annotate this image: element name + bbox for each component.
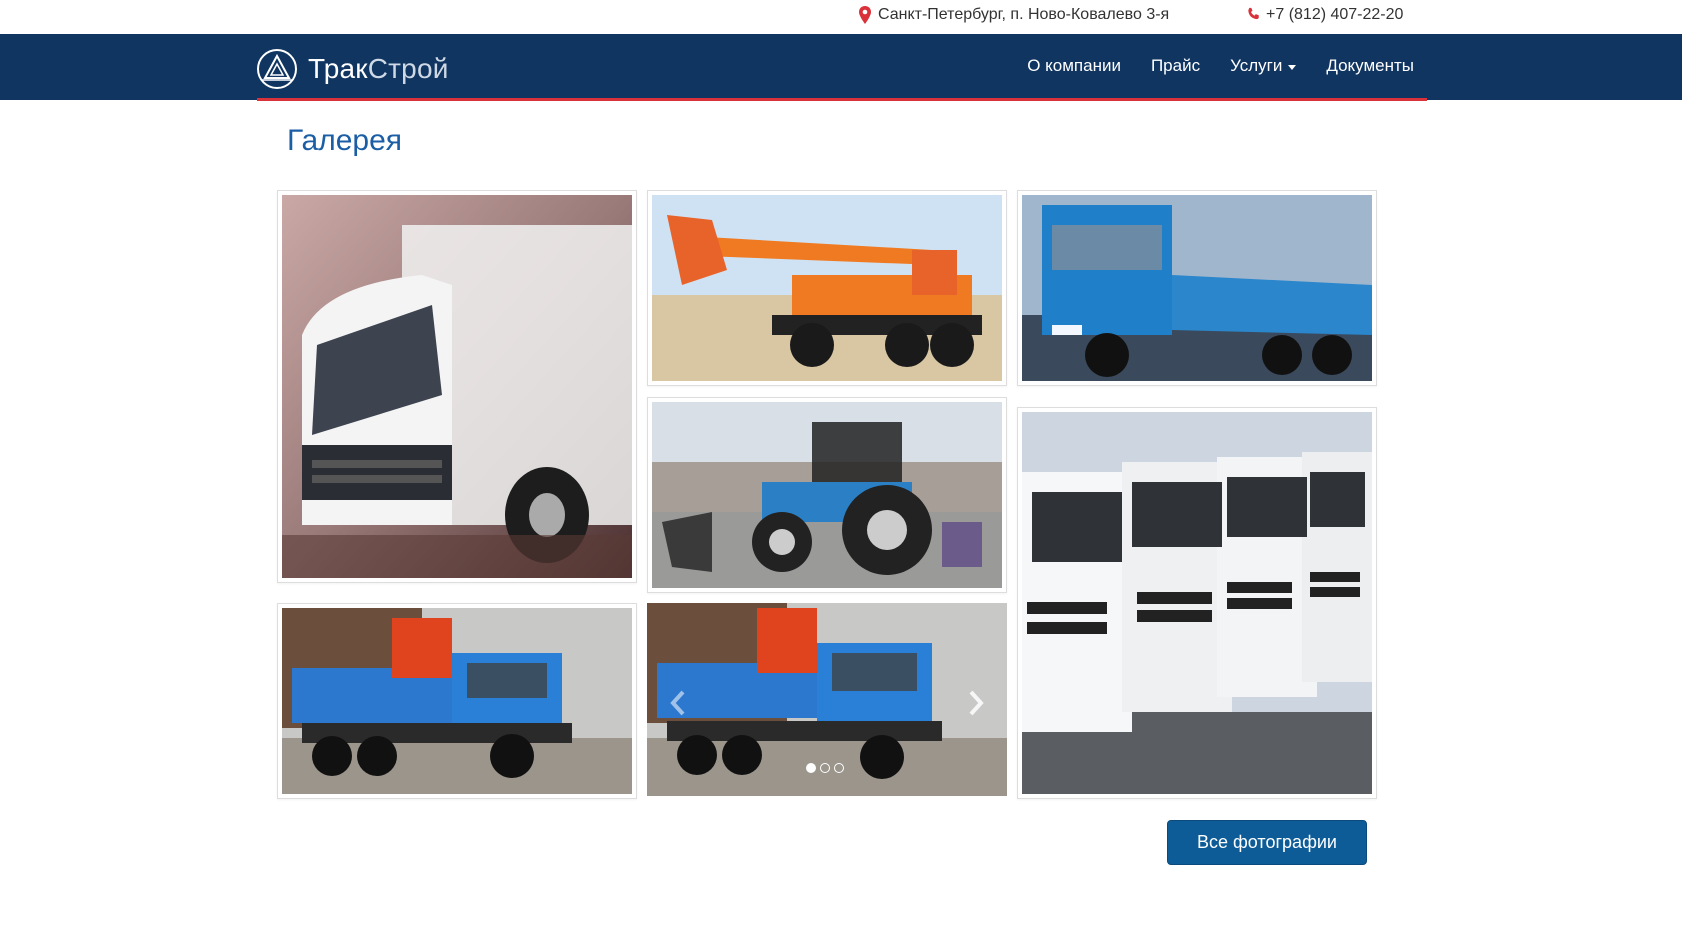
gallery-photo-blue-tractor[interactable]	[647, 397, 1007, 593]
carousel-indicator-3[interactable]	[834, 763, 844, 773]
brand-name-light: Строй	[367, 53, 449, 84]
phone-text[interactable]: +7 (812) 407-22-20	[1266, 6, 1403, 24]
page-title: Галерея	[287, 124, 403, 157]
blue-flatbed-image	[1022, 195, 1372, 381]
carousel-indicators	[806, 763, 844, 773]
nav-item-services[interactable]: Услуги	[1230, 56, 1297, 76]
address-text: Санкт-Петербург, п. Ново-Ковалево 3-я	[878, 6, 1170, 23]
gallery-photo-white-truck[interactable]	[277, 190, 637, 583]
nav-item-about[interactable]: О компании	[1027, 56, 1121, 76]
carousel-indicator-1[interactable]	[806, 763, 816, 773]
white-truck-image	[282, 195, 632, 578]
accent-line	[257, 98, 1427, 101]
brand-name-bold: Трак	[308, 53, 368, 84]
address: Санкт-Петербург, п. Ново-Ковалево 3-я	[858, 6, 1169, 24]
gallery-photo-orange-crane[interactable]	[647, 190, 1007, 386]
nav-item-documents[interactable]: Документы	[1326, 56, 1414, 76]
brand-logo[interactable]: ТракСтрой	[256, 48, 449, 90]
triangle-circle-logo-icon	[256, 48, 298, 90]
gallery-photo-crane-truck[interactable]	[277, 603, 637, 799]
white-truck-fleet-image	[1022, 412, 1372, 794]
phone-icon	[1246, 6, 1260, 24]
map-pin-icon	[858, 6, 872, 24]
brand-name: ТракСтрой	[308, 53, 449, 85]
gallery-carousel[interactable]	[647, 603, 1007, 796]
caret-down-icon	[1288, 64, 1297, 70]
orange-crane-image	[652, 195, 1002, 381]
carousel-next-icon[interactable]	[965, 689, 987, 717]
phone[interactable]: +7 (812) 407-22-20	[1246, 6, 1403, 24]
main-navbar: ТракСтрой О компании Прайс Услуги Докуме…	[0, 34, 1682, 101]
crane-truck-image	[282, 608, 632, 794]
main-nav: О компании Прайс Услуги Документы	[1027, 56, 1414, 76]
nav-item-price[interactable]: Прайс	[1151, 56, 1200, 76]
top-info-bar: Санкт-Петербург, п. Ново-Ковалево 3-я +7…	[0, 0, 1682, 34]
nav-item-services-label: Услуги	[1230, 56, 1283, 75]
blue-tractor-image	[652, 402, 1002, 588]
gallery-photo-white-truck-fleet[interactable]	[1017, 407, 1377, 799]
gallery-photo-blue-flatbed[interactable]	[1017, 190, 1377, 386]
all-photos-button[interactable]: Все фотографии	[1167, 820, 1367, 865]
carousel-indicator-2[interactable]	[820, 763, 830, 773]
carousel-prev-icon[interactable]	[667, 689, 689, 717]
